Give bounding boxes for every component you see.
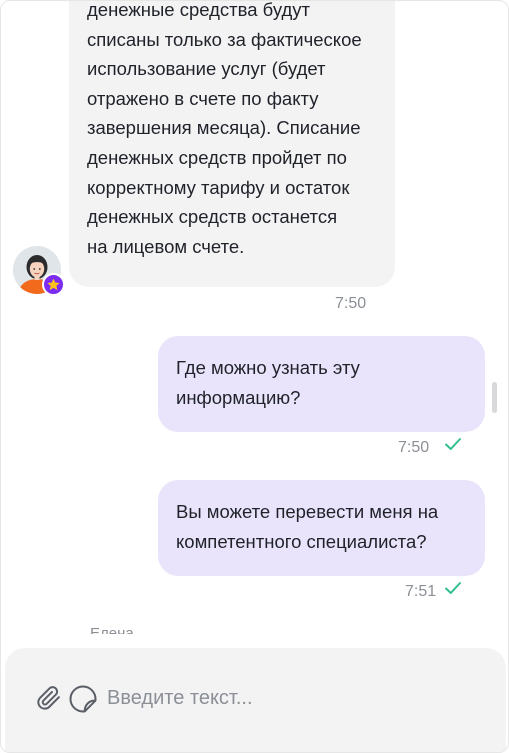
check-icon: [445, 438, 461, 450]
message-line: Где можно узнать эту: [176, 357, 360, 378]
outgoing-message: Вы можете перевести меня на компетентног…: [158, 480, 485, 576]
message-composer: [5, 648, 506, 752]
message-line: использование услуг (будет: [87, 58, 326, 80]
sender-name: Елена: [90, 625, 134, 634]
message-input[interactable]: [107, 683, 487, 713]
message-line: компетентного специалиста?: [176, 530, 427, 552]
message-line: Вы можете перевести меня на: [176, 501, 439, 522]
message-line: денежные средства будут: [87, 1, 311, 20]
message-timestamp: 7:50: [398, 439, 430, 456]
outgoing-message: Где можно узнать эту информацию?: [158, 336, 485, 432]
check-icon: [445, 582, 461, 594]
sticker-icon[interactable]: [67, 683, 99, 715]
paperclip-icon[interactable]: [35, 684, 63, 712]
scrollbar[interactable]: [492, 382, 497, 413]
message-line: денежных средств пройдет по: [87, 146, 347, 168]
incoming-message: денежные средства будут списаны только з…: [69, 1, 395, 287]
message-line: отражено в счете по факту: [87, 87, 319, 109]
message-line: денежных средств останется: [87, 206, 338, 228]
message-line: завершения месяца). Списание: [87, 117, 361, 139]
agent-badge: [42, 273, 65, 296]
agent-avatar: [13, 246, 65, 296]
message-line: списаны только за фактическое: [87, 28, 362, 50]
message-line: информацию?: [176, 386, 301, 408]
message-timestamp: 7:50: [335, 295, 367, 312]
message-line: на лицевом счете.: [87, 235, 245, 257]
message-timestamp: 7:51: [405, 583, 437, 600]
chat-window: денежные средства будут списаны только з…: [0, 0, 509, 753]
message-line: корректному тарифу и остаток: [87, 176, 350, 198]
star-icon: [47, 278, 60, 291]
message-list[interactable]: денежные средства будут списаны только з…: [1, 1, 508, 641]
